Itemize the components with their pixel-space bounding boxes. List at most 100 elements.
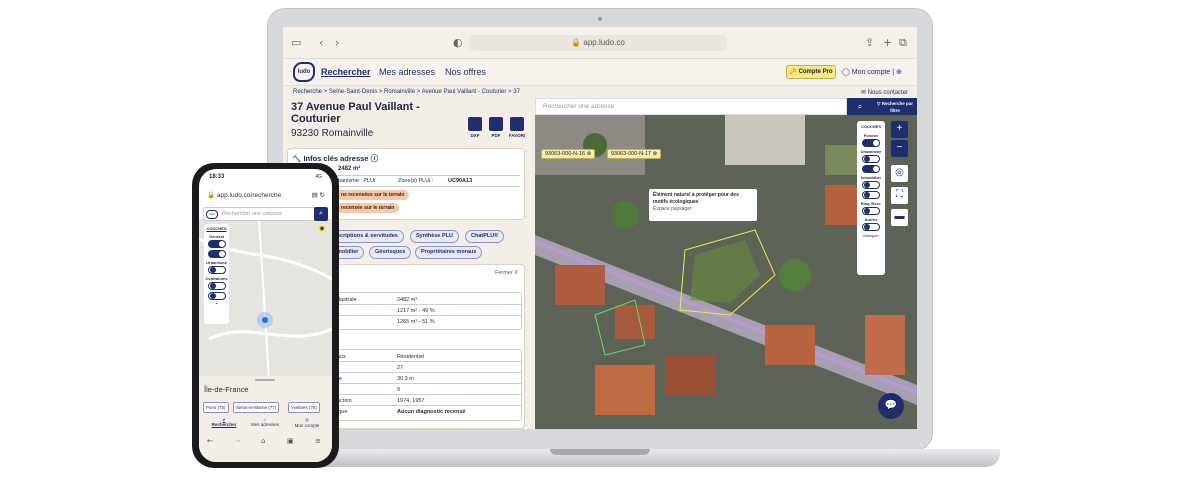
table-row: 1217 m² - 49 % xyxy=(333,306,521,316)
phone-tab-account[interactable]: ◎ Mon compte xyxy=(287,417,327,428)
chat-icon[interactable]: 💬 xyxy=(878,393,904,419)
phone-locate-icon[interactable]: ◉ xyxy=(317,224,327,234)
phone-search-bar[interactable]: ludo Rechercher une adresse ⌕ xyxy=(203,207,328,221)
parcel-tag[interactable]: 93063-000-N-16 ⊗ xyxy=(541,149,596,159)
dxf-button[interactable] xyxy=(468,117,482,131)
layer-group-immobilier: Immobilier xyxy=(860,175,882,180)
layer-toggle[interactable] xyxy=(862,223,880,231)
forward-icon[interactable]: › xyxy=(335,36,339,49)
my-account-label: Mon compte xyxy=(851,69,891,76)
phone-back-icon[interactable]: ← xyxy=(207,437,213,445)
layer-toggle[interactable] xyxy=(862,139,880,147)
phone-logo: ludo xyxy=(206,210,218,219)
phone-layer-group: Contraintes xyxy=(205,276,228,281)
phone-home-icon[interactable]: ⌂ xyxy=(261,437,265,445)
tab-inscriptions[interactable]: scriptions & servitudes xyxy=(331,230,404,243)
department-tag[interactable]: Yvelines (78) xyxy=(288,402,321,413)
table-row: aux Résidentiel xyxy=(333,352,521,362)
phone-search-icon[interactable]: ⌕ xyxy=(314,207,328,221)
layer-toggle[interactable] xyxy=(862,155,880,163)
favorite-label: FAVORI xyxy=(508,133,526,138)
layers-title: COUCHES xyxy=(860,124,881,129)
layer-toggle[interactable] xyxy=(862,191,880,199)
table-row: dastrale 2482 m² xyxy=(333,295,521,305)
phone-layer-group: Urbanisme xyxy=(206,260,227,265)
layer-group-urbanisme: Urbanisme xyxy=(860,149,882,154)
new-tab-icon[interactable]: + xyxy=(883,36,892,49)
table-row: uction 1974, 1957 xyxy=(333,396,521,406)
layer-group-autres: Autres xyxy=(864,217,878,222)
ludo-logo[interactable]: ludo xyxy=(293,62,315,82)
locate-icon[interactable]: ◎ xyxy=(891,165,908,182)
table-row: re 30.3 m xyxy=(333,374,521,384)
layer-toggle[interactable] xyxy=(862,181,880,189)
layers-hide[interactable]: Masquer xyxy=(857,233,885,238)
select-area-icon[interactable]: ⛶ xyxy=(891,187,908,204)
phone-forward-icon[interactable]: → xyxy=(235,437,241,445)
search-icon[interactable]: ⌕ xyxy=(847,98,873,115)
favorite-button[interactable] xyxy=(510,117,524,131)
table-row: 1265 m² - 51 % xyxy=(397,319,435,325)
tooltip-title: Élément naturel à protéger pour des moti… xyxy=(653,192,739,205)
breadcrumb[interactable]: Recherche > Seine-Saint-Denis > Romainvi… xyxy=(293,89,520,95)
phone-time: 18:33 xyxy=(209,174,225,180)
department-tag[interactable]: Paris (75) xyxy=(203,402,229,413)
tab-georisques[interactable]: Géorisques xyxy=(369,246,412,259)
filter-search-button[interactable]: ▽ Recherche par filtre xyxy=(873,98,917,115)
department-tag[interactable]: Seine-et-Marne (77) xyxy=(233,402,280,413)
layer-toggle[interactable] xyxy=(207,282,226,290)
zone-label: Zone(s) PLUi : xyxy=(398,178,434,184)
surface-table: dastrale 2482 m² 1217 m² - 49 % 1265 m² -… xyxy=(332,292,522,330)
address-city: 93230 Romainville xyxy=(291,128,374,139)
map-tooltip: Élément naturel à protéger pour des moti… xyxy=(649,189,757,221)
layer-toggle[interactable] xyxy=(207,266,226,274)
phone-tab-search[interactable]: ⌕ Rechercher xyxy=(204,417,244,427)
layer-toggle[interactable] xyxy=(207,240,226,248)
phone-search-input[interactable]: Rechercher une adresse xyxy=(222,211,282,217)
surface-value: 2482 m² xyxy=(338,166,361,172)
layer-toggle[interactable] xyxy=(207,250,226,258)
table-row: ique Aucun diagnostic recensé xyxy=(337,409,466,415)
filter-label: Recherche par filtre xyxy=(881,101,913,113)
phone-url-bar[interactable]: 🔒 app.ludo.co/recherche ▤ ↻ xyxy=(203,189,328,202)
nav-offers[interactable]: Nos offres xyxy=(445,67,486,77)
close-button[interactable]: Fermer X xyxy=(495,270,518,276)
nav-search[interactable]: Rechercher xyxy=(321,67,371,77)
contact-link[interactable]: ✉ Nous contacter xyxy=(861,89,908,96)
tab-proprietaires[interactable]: Propriétaires moraux xyxy=(415,246,483,259)
privacy-icon: ◐ xyxy=(453,36,463,49)
info-chip[interactable]: recensée sur le terrain xyxy=(336,203,400,213)
pdf-button[interactable] xyxy=(489,117,503,131)
satellite-map[interactable]: 93063-000-N-16 ⊗ 93063-000-N-17 ⊗ Élémen… xyxy=(535,115,917,429)
phone-tab-addresses[interactable]: ⌂ Mes adresses xyxy=(245,417,285,427)
back-icon[interactable]: ‹ xyxy=(319,36,323,49)
share-icon[interactable]: ⇪ xyxy=(865,36,874,49)
zoom-in-button[interactable]: + xyxy=(891,121,908,138)
layer-toggle[interactable] xyxy=(862,207,880,215)
phone-url-text: app.ludo.co/recherche xyxy=(216,192,282,199)
phone-tabs-icon[interactable]: ▣ xyxy=(287,437,294,445)
tabs-icon[interactable]: ⧉ xyxy=(899,36,907,50)
info-chip[interactable]: ns recensées sur le terrain xyxy=(336,190,410,200)
parcel-tag[interactable]: 93063-000-N-17 ⊗ xyxy=(607,149,662,159)
layer-toggle[interactable] xyxy=(862,165,880,173)
sidebar-icon[interactable]: ▭ xyxy=(291,36,301,49)
measure-icon[interactable]: ▬ xyxy=(891,209,908,226)
pro-account-button[interactable]: 🔑 Compte Pro xyxy=(786,65,836,79)
chevron-up-icon[interactable]: ⌃ xyxy=(204,302,229,307)
phone-layer-group: Général xyxy=(209,234,224,239)
sheet-handle[interactable] xyxy=(255,379,275,381)
nav-addresses[interactable]: Mes adresses xyxy=(379,67,435,77)
map-search-input[interactable]: Rechercher une adresse xyxy=(535,98,847,115)
layer-toggle[interactable] xyxy=(207,292,226,300)
my-account-link[interactable]: ◯ Mon compte | ⊕ xyxy=(842,68,902,76)
tab-synthese-plu[interactable]: Synthèse PLU xyxy=(410,230,459,243)
laptop-screen: ▭ ‹ › ◐ 🔒 app.ludo.co ⇪ + ⧉ ludo Recherc… xyxy=(283,27,917,429)
layer-group-risques: Risq./Serv. xyxy=(860,201,882,206)
zoom-out-button[interactable]: − xyxy=(891,140,908,157)
layer-group-foncier: Foncier xyxy=(863,133,879,138)
url-bar[interactable]: 🔒 app.ludo.co xyxy=(469,35,727,51)
tab-chatplu[interactable]: ChatPLU® xyxy=(465,230,505,243)
table-row: 9 xyxy=(333,385,521,395)
phone-menu-icon[interactable]: ≡ xyxy=(315,437,321,445)
